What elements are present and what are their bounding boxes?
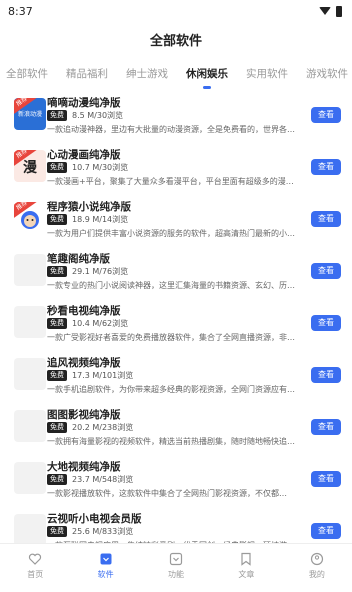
app-description: 一款广受影视好者喜爱的免费播放器软件，集合了全网直播资源，非常全… [47,333,299,342]
free-badge: 免费 [47,110,67,121]
app-description: 一款专业的热门小说阅读神器，这里汇集海量的书籍资源、玄幻、历史… [47,281,299,290]
free-badge: 免费 [47,370,67,381]
app-description: 一款影视播放软件，这款软件中集合了全网热门影视资源，不仅都… [47,489,287,498]
app-thumbnail [14,462,46,494]
view-button[interactable]: 查看 [311,159,341,175]
app-meta: 10.4 M/62浏览 [72,319,129,328]
thumbnail-text: 漫 [23,160,37,176]
app-meta: 18.9 M/14浏览 [72,215,129,224]
tab-all-software[interactable]: 全部软件 [6,66,48,89]
tab-premium-welfare[interactable]: 精品福利 [66,66,108,89]
free-badge: 免费 [47,266,67,277]
function-icon [169,552,183,566]
list-item[interactable]: 图图影视纯净版 免费 20.2 M/238浏览 一款拥有海量影视的视频软件，精选… [0,405,352,454]
tab-leisure-entertainment[interactable]: 休闲娱乐 [186,66,228,89]
wifi-icon [319,7,331,15]
tabbar-function[interactable]: 功能 [141,544,211,592]
app-description: 一款漫画+平台，聚集了大量众多看漫平台，平台里面有超级多的漫画资源提… [47,177,299,186]
app-meta: 8.5 M/30浏览 [72,111,124,120]
app-name: 云视听小电视会员版 [47,513,142,525]
list-item[interactable]: 推荐 漫 心动漫画纯净版 免费 10.7 M/30浏览 一款漫画+平台，聚集了大… [0,145,352,194]
app-meta: 29.1 M/76浏览 [72,267,129,276]
app-description: 一款手机追剧软件，为你带来超多经典的影视资源，全网门资源应有尽… [47,385,299,394]
free-badge: 免费 [47,214,67,225]
app-thumbnail [14,306,46,338]
app-meta: 17.3 M/101浏览 [72,371,134,380]
view-button[interactable]: 查看 [311,419,341,435]
view-button[interactable]: 查看 [311,211,341,227]
article-icon [241,552,252,566]
user-icon [310,552,323,566]
app-meta: 23.7 M/548浏览 [72,475,134,484]
status-bar: 8:37 [0,0,352,22]
thumbnail-text: 新浪动漫 [17,111,42,118]
free-badge: 免费 [47,474,67,485]
list-item[interactable]: 推荐 新浪动漫 嘀嘀动漫纯净版 免费 8.5 M/30浏览 一款追动漫神器，里边… [0,93,352,142]
view-button[interactable]: 查看 [311,315,341,331]
app-thumbnail [14,514,46,546]
status-time: 8:37 [8,4,33,18]
tab-utility-software[interactable]: 实用软件 [246,66,288,89]
tabbar-mine[interactable]: 我的 [282,544,352,592]
free-badge: 免费 [47,162,67,173]
app-name: 嘀嘀动漫纯净版 [47,97,121,109]
view-button[interactable]: 查看 [311,263,341,279]
software-list: 推荐 新浪动漫 嘀嘀动漫纯净版 免费 8.5 M/30浏览 一款追动漫神器，里边… [0,93,352,558]
tab-game-software[interactable]: 游戏软件 [306,66,348,89]
tabbar-software[interactable]: 软件 [70,544,140,592]
app-name: 心动漫画纯净版 [47,149,121,161]
app-thumbnail: 推荐 新浪动漫 [14,98,46,130]
app-description: 一款为用户们提供丰富小说资源的服务的软件，超高清热门最新的小说… [47,229,299,238]
app-name: 追风视频纯净版 [47,357,121,369]
app-name: 笔趣阁纯净版 [47,253,110,265]
battery-icon [336,5,342,17]
status-icons [319,5,342,17]
free-badge: 免费 [47,422,67,433]
app-meta: 10.7 M/30浏览 [72,163,129,172]
list-item[interactable]: 秒看电视纯净版 免费 10.4 M/62浏览 一款广受影视好者喜爱的免费播放器软… [0,301,352,350]
app-name: 图图影视纯净版 [47,409,121,421]
app-meta: 25.6 M/833浏览 [72,527,134,536]
tabbar-label: 首页 [27,570,44,579]
view-button[interactable]: 查看 [311,367,341,383]
app-thumbnail [14,410,46,442]
bottom-tab-bar: 首页 软件 功能 文章 我的 [0,543,352,592]
view-button[interactable]: 查看 [311,107,341,123]
app-thumbnail [14,358,46,390]
monkey-mascot-icon [21,211,39,229]
free-badge: 免费 [47,318,67,329]
app-description: 一款拥有海量影视的视频软件，精选当前热播剧集，随时随地畅快追剧… [47,437,299,446]
tabbar-label: 我的 [308,570,325,579]
app-description: 一款追动漫神器，里边有大批量的动漫资源，全是免费看的，世界各… [47,125,295,134]
list-item[interactable]: 追风视频纯净版 免费 17.3 M/101浏览 一款手机追剧软件，为你带来超多经… [0,353,352,402]
app-thumbnail [14,254,46,286]
tabbar-label: 文章 [238,570,255,579]
tab-gentleman-games[interactable]: 绅士游戏 [126,66,168,89]
app-name: 大地视频纯净版 [47,461,121,473]
list-item[interactable]: 大地视频纯净版 免费 23.7 M/548浏览 一款影视播放软件，这款软件中集合… [0,457,352,506]
list-item[interactable]: 推荐 程序猿小说纯净版 免费 18.9 M/14浏览 一款为用户们提供丰富小说资… [0,197,352,246]
app-thumbnail: 推荐 漫 [14,150,46,182]
heart-icon [29,553,42,565]
tabbar-article[interactable]: 文章 [211,544,281,592]
view-button[interactable]: 查看 [311,471,341,487]
free-badge: 免费 [47,526,67,537]
list-item[interactable]: 笔趣阁纯净版 免费 29.1 M/76浏览 一款专业的热门小说阅读神器，这里汇集… [0,249,352,298]
view-button[interactable]: 查看 [311,523,341,539]
app-name: 秒看电视纯净版 [47,305,121,317]
tabbar-label: 功能 [168,570,185,579]
software-icon [100,553,112,565]
category-tabs: 全部软件 精品福利 绅士游戏 休闲娱乐 实用软件 游戏软件 [0,66,352,89]
tabbar-label: 软件 [97,570,114,579]
tabbar-home[interactable]: 首页 [0,544,70,592]
app-meta: 20.2 M/238浏览 [72,423,134,432]
page-title: 全部软件 [149,34,202,49]
app-name: 程序猿小说纯净版 [47,201,131,213]
app-thumbnail: 推荐 [14,202,46,234]
